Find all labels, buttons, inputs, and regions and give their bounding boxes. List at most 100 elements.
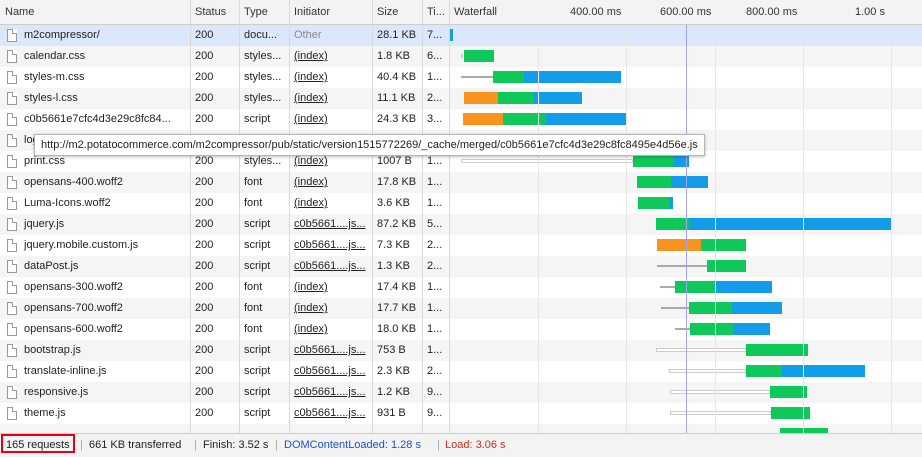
load-time: Load: 3.06 s: [445, 439, 506, 451]
request-initiator[interactable]: (index): [294, 113, 328, 125]
request-initiator[interactable]: c0b5661....js...: [294, 218, 366, 230]
status-separator: |: [80, 439, 83, 451]
request-initiator[interactable]: c0b5661....js...: [294, 260, 366, 272]
request-size: 2.3 KB: [377, 365, 411, 377]
column-header-status[interactable]: Status: [190, 0, 239, 25]
request-initiator-cell: (index): [289, 172, 372, 193]
request-status: 200: [195, 92, 214, 104]
request-status: 200: [195, 29, 214, 41]
column-header-initiator[interactable]: Initiator: [289, 0, 372, 25]
request-status: 200: [195, 218, 214, 230]
request-initiator[interactable]: (index): [294, 50, 328, 62]
file-icon: [7, 323, 17, 336]
status-bar: 165 requests | 661 KB transferred | Fini…: [0, 433, 922, 457]
request-name-cell[interactable]: opensans-300.woff2: [0, 277, 190, 298]
request-initiator[interactable]: (index): [294, 281, 328, 293]
status-separator: |: [275, 439, 278, 451]
file-icon: [7, 50, 17, 63]
column-header-name[interactable]: Name: [0, 0, 190, 25]
request-name-cell[interactable]: responsive.js: [0, 382, 190, 403]
file-icon: [7, 239, 17, 252]
request-time: 7...: [427, 29, 443, 41]
request-time: 2...: [427, 239, 443, 251]
request-status: 200: [195, 344, 214, 356]
request-name-cell[interactable]: bootstrap.js: [0, 340, 190, 361]
request-size: [372, 424, 422, 433]
file-icon: [7, 260, 17, 273]
request-name-cell[interactable]: opensans-600.woff2: [0, 319, 190, 340]
column-header-waterfall[interactable]: Waterfall 400.00 ms 600.00 ms 800.00 ms …: [449, 0, 922, 25]
request-initiator-cell: c0b5661....js...: [289, 382, 372, 403]
request-initiator[interactable]: (index): [294, 92, 328, 104]
request-time: 3...: [427, 113, 443, 125]
status-separator: |: [437, 439, 440, 451]
request-name-cell[interactable]: jquery.mobile.custom.js: [0, 235, 190, 256]
request-initiator[interactable]: c0b5661....js...: [294, 239, 366, 251]
request-name: opensans-600.woff2: [24, 323, 123, 335]
request-name-cell[interactable]: opensans-700.woff2: [0, 298, 190, 319]
request-initiator[interactable]: c0b5661....js...: [294, 386, 366, 398]
request-type: script: [244, 344, 271, 356]
request-type: script: [244, 260, 271, 272]
request-name-cell[interactable]: opensans-400.woff2: [0, 172, 190, 193]
request-time: 6...: [427, 50, 443, 62]
request-initiator-cell: (index): [289, 67, 372, 88]
request-initiator[interactable]: (index): [294, 71, 328, 83]
request-time: 1...: [427, 302, 443, 314]
request-name-cell[interactable]: [0, 424, 190, 433]
request-initiator[interactable]: c0b5661....js...: [294, 365, 366, 377]
request-size: 1.2 KB: [377, 386, 411, 398]
request-time: 1...: [427, 71, 443, 83]
request-size: 17.4 KB: [377, 281, 417, 293]
request-initiator-cell: (index): [289, 298, 372, 319]
column-divider[interactable]: [372, 0, 373, 433]
column-header-size[interactable]: Size: [372, 0, 422, 25]
request-initiator-cell: (index): [289, 319, 372, 340]
request-type: font: [244, 323, 263, 335]
request-name-cell[interactable]: Luma-Icons.woff2: [0, 193, 190, 214]
request-initiator-cell: c0b5661....js...: [289, 214, 372, 235]
request-type: script: [244, 407, 271, 419]
request-size: 3.6 KB: [377, 197, 411, 209]
request-initiator[interactable]: (index): [294, 323, 328, 335]
request-name-cell[interactable]: translate-inline.js: [0, 361, 190, 382]
request-name-cell[interactable]: c0b5661e7cfc4d3e29c8fc84...: [0, 109, 190, 130]
column-divider[interactable]: [239, 0, 240, 433]
request-type: font: [244, 281, 263, 293]
request-status: 200: [195, 71, 214, 83]
request-initiator[interactable]: (index): [294, 302, 328, 314]
request-status: 200: [195, 323, 214, 335]
request-status: 200: [195, 407, 214, 419]
request-initiator[interactable]: (index): [294, 155, 328, 167]
column-divider[interactable]: [190, 0, 191, 433]
request-name: bootstrap.js: [24, 344, 81, 356]
request-type: script: [244, 113, 271, 125]
request-initiator[interactable]: (index): [294, 197, 328, 209]
request-name: opensans-400.woff2: [24, 176, 123, 188]
request-name-cell[interactable]: m2compressor/: [0, 25, 190, 46]
request-initiator[interactable]: c0b5661....js...: [294, 344, 366, 356]
column-divider[interactable]: [449, 0, 450, 433]
request-name-cell[interactable]: calendar.css: [0, 46, 190, 67]
request-name-cell[interactable]: theme.js: [0, 403, 190, 424]
column-divider[interactable]: [289, 0, 290, 433]
request-size: 17.8 KB: [377, 176, 417, 188]
request-name-cell[interactable]: styles-l.css: [0, 88, 190, 109]
request-name-cell[interactable]: styles-m.css: [0, 67, 190, 88]
request-name-cell[interactable]: dataPost.js: [0, 256, 190, 277]
request-status: 200: [195, 281, 214, 293]
request-status: 200: [195, 176, 214, 188]
request-time: [422, 424, 449, 433]
column-header-time[interactable]: Ti...: [422, 0, 449, 25]
column-divider[interactable]: [422, 0, 423, 433]
request-initiator[interactable]: (index): [294, 176, 328, 188]
request-initiator[interactable]: c0b5661....js...: [294, 407, 366, 419]
file-icon: [7, 344, 17, 357]
request-name-cell[interactable]: jquery.js: [0, 214, 190, 235]
request-type: font: [244, 176, 263, 188]
file-icon: [7, 407, 17, 420]
column-header-type[interactable]: Type: [239, 0, 289, 25]
request-time: 1...: [427, 176, 443, 188]
request-name: Luma-Icons.woff2: [24, 197, 111, 209]
file-icon: [7, 281, 17, 294]
